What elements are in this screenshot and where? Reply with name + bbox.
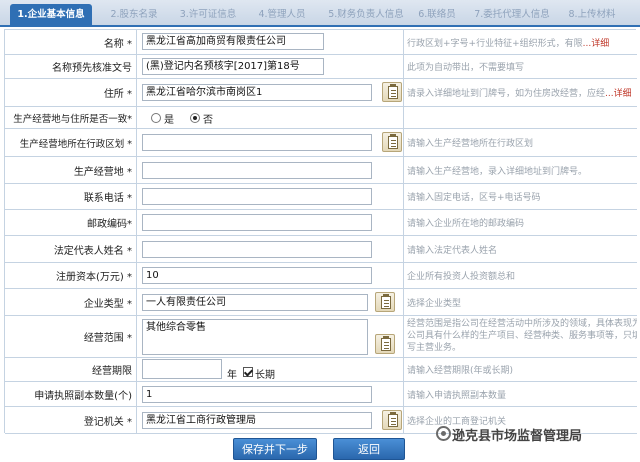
- capital-input[interactable]: 10: [142, 267, 372, 284]
- hint-name: 行政区划+字号+行业特征+组织形式，有限 ...详细: [404, 30, 637, 54]
- hint-biz-region: 请输入生产经营地所在行政区划: [407, 139, 534, 149]
- row-term: 经营期限 年 长期 请输入经营期限(年或长期): [5, 358, 637, 382]
- label-biz-region: 生产经营地所在行政区划 *: [5, 129, 137, 156]
- step-tabs: 1.企业基本信息 2.股东名录 3.许可证信息 4.管理人员 5.财务负责人信息…: [0, 0, 640, 27]
- hint-biz-address: 请输入生产经营地，录入详细地址到门牌号。: [407, 166, 588, 177]
- term-input[interactable]: [142, 359, 222, 379]
- label-biz-address: 生产经营地 *: [5, 157, 137, 183]
- tab-license[interactable]: 3.许可证信息: [176, 4, 240, 25]
- watermark-logo-icon: [436, 426, 451, 441]
- row-biz-address: 生产经营地 * 请输入生产经营地，录入详细地址到门牌号。: [5, 157, 637, 184]
- label-name: 名称 *: [5, 30, 137, 54]
- radio-no-label: 否: [203, 115, 213, 126]
- copies-input[interactable]: 1: [142, 386, 372, 403]
- row-phone: 联系电话 * 请输入固定电话，区号+电话号码: [5, 184, 637, 210]
- detail-link[interactable]: ...详细: [583, 36, 610, 49]
- label-phone: 联系电话 *: [5, 184, 137, 209]
- label-postcode: 邮政编码*: [5, 210, 137, 235]
- label-scope: 经营范围 *: [5, 316, 137, 357]
- hint-company-type: 选择企业类型: [407, 298, 462, 309]
- label-copies: 申请执照副本数量(个): [5, 382, 137, 406]
- region-picker-icon[interactable]: [382, 132, 402, 152]
- approval-no-input[interactable]: (黑)登记内名预核字[2017]第18号: [142, 58, 324, 75]
- hint-phone: 请输入固定电话，区号+电话号码: [407, 193, 541, 203]
- row-copies: 申请执照副本数量(个) 1 请输入申请执照副本数量: [5, 382, 637, 407]
- authority-input[interactable]: 黑龙江省工商行政管理局: [142, 412, 372, 429]
- hint-approval-no: 此项为自动带出，不需要填写: [407, 63, 525, 73]
- row-same-address: 生产经营地与住所是否一致* 是 否: [5, 107, 637, 129]
- address-input[interactable]: 黑龙江省哈尔滨市南岗区1: [142, 84, 372, 101]
- tab-contact[interactable]: 6.联络员: [414, 4, 460, 25]
- company-type-input[interactable]: 一人有限责任公司: [142, 294, 368, 311]
- long-term-label: 长期: [255, 370, 275, 381]
- label-capital: 注册资本(万元) *: [5, 263, 137, 288]
- watermark-text: 逊克县市场监督管理局: [452, 429, 583, 444]
- hint-postcode: 请输入企业所在地的邮政编码: [407, 219, 525, 229]
- label-term: 经营期限: [5, 358, 137, 381]
- tab-managers[interactable]: 4.管理人员: [252, 4, 312, 25]
- row-scope: 经营范围 * 其他综合零售 经营范围是指公司在经营活动中所涉及的领域，具体表现为…: [5, 316, 637, 358]
- tab-shareholders[interactable]: 2.股东名录: [104, 4, 164, 25]
- tab-basic-info[interactable]: 1.企业基本信息: [10, 4, 92, 25]
- label-authority: 登记机关 *: [5, 407, 137, 433]
- label-address: 住所 *: [5, 79, 137, 106]
- company-type-picker-icon[interactable]: [375, 292, 395, 312]
- tab-upload[interactable]: 8.上传材料: [560, 4, 624, 25]
- row-capital: 注册资本(万元) * 10 企业所有投资人投资额总和: [5, 263, 637, 289]
- hint-scope: 经营范围是指公司在经营活动中所涉及的领域，具体表现为 公司具有什么样的生产项目、…: [407, 319, 637, 353]
- radio-yes[interactable]: [151, 113, 161, 123]
- label-approval-no: 名称预先核准文号: [5, 55, 137, 78]
- row-address: 住所 * 黑龙江省哈尔滨市南岗区1 请录入详细地址到门牌号，如为住房改经营，应经…: [5, 79, 637, 107]
- biz-address-input[interactable]: [142, 162, 372, 179]
- hint-term: 请输入经营期限(年或长期): [407, 366, 514, 376]
- term-unit: 年: [227, 370, 237, 381]
- tab-agent[interactable]: 7.委托代理人信息: [470, 4, 554, 25]
- address-picker-icon[interactable]: [382, 82, 402, 102]
- long-term-checkbox[interactable]: [243, 367, 253, 377]
- tab-finance[interactable]: 5.财务负责人信息: [320, 4, 412, 25]
- hint-capital: 企业所有投资人投资额总和: [407, 272, 516, 282]
- hint-copies: 请输入申请执照副本数量: [407, 390, 507, 401]
- row-biz-region: 生产经营地所在行政区划 * 请输入生产经营地所在行政区划: [5, 129, 637, 157]
- label-same-address: 生产经营地与住所是否一致*: [5, 107, 137, 128]
- hint-same-address: [404, 107, 637, 128]
- row-approval-no: 名称预先核准文号 (黑)登记内名预核字[2017]第18号 此项为自动带出，不需…: [5, 55, 637, 79]
- back-button[interactable]: 返回: [333, 438, 405, 460]
- scope-textarea[interactable]: 其他综合零售: [142, 319, 368, 355]
- row-legal-rep: 法定代表人姓名 * 请输入法定代表人姓名: [5, 236, 637, 263]
- save-next-button[interactable]: 保存并下一步: [233, 438, 317, 460]
- basic-info-form: 名称 * 黑龙江省高加商贸有限责任公司 行政区划+字号+行业特征+组织形式，有限…: [4, 29, 637, 434]
- biz-region-input[interactable]: [142, 134, 372, 151]
- row-name: 名称 * 黑龙江省高加商贸有限责任公司 行政区划+字号+行业特征+组织形式，有限…: [5, 30, 637, 55]
- label-legal-rep: 法定代表人姓名 *: [5, 236, 137, 262]
- phone-input[interactable]: [142, 188, 372, 205]
- row-postcode: 邮政编码* 请输入企业所在地的邮政编码: [5, 210, 637, 236]
- scope-picker-icon[interactable]: [375, 334, 395, 354]
- postcode-input[interactable]: [142, 214, 372, 231]
- name-input[interactable]: 黑龙江省高加商贸有限责任公司: [142, 33, 324, 50]
- hint-address: 请录入详细地址到门牌号，如为住房改经营，应经 ...详细: [404, 79, 637, 106]
- detail-link[interactable]: ...详细: [605, 86, 632, 99]
- radio-yes-label: 是: [164, 115, 174, 126]
- row-company-type: 企业类型 * 一人有限责任公司 选择企业类型: [5, 289, 637, 316]
- legal-rep-input[interactable]: [142, 241, 372, 258]
- hint-legal-rep: 请输入法定代表人姓名: [407, 245, 498, 256]
- radio-no[interactable]: [190, 113, 200, 123]
- label-company-type: 企业类型 *: [5, 289, 137, 315]
- authority-picker-icon[interactable]: [382, 410, 402, 430]
